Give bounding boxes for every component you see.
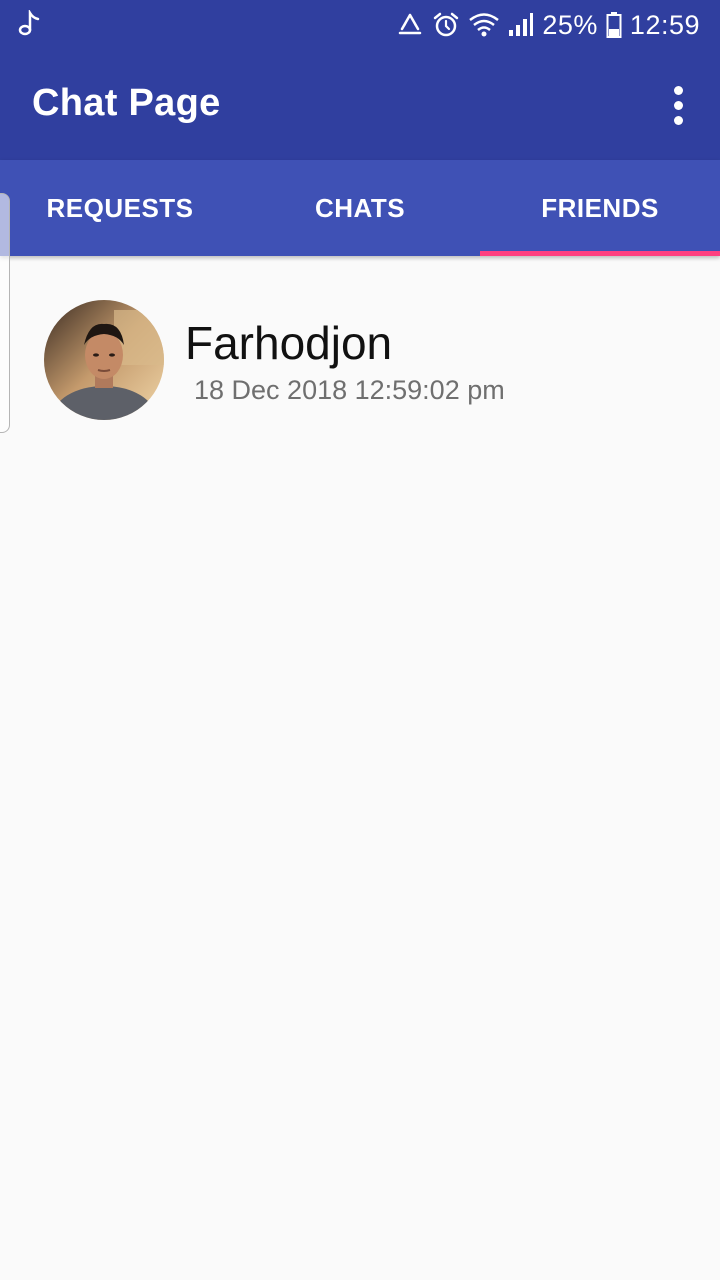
friend-name: Farhodjon <box>185 317 393 369</box>
tab-friends[interactable]: FRIENDS <box>480 160 720 256</box>
app-bar: Chat Page <box>0 50 720 160</box>
wifi-icon <box>468 12 500 38</box>
list-item[interactable]: Farhodjon 18 Dec 2018 12:59:02 pm <box>0 280 720 440</box>
tab-chats[interactable]: CHATS <box>240 160 480 256</box>
status-time: 12:59 <box>629 9 700 40</box>
battery-level: 25% <box>542 9 598 40</box>
avatar <box>44 300 164 420</box>
signal-icon <box>508 12 534 38</box>
tab-bar: REQUESTS CHATS FRIENDS <box>0 160 720 256</box>
music-note-icon <box>18 7 40 41</box>
battery-icon <box>606 11 622 39</box>
status-bar: 25% 12:59 <box>0 0 720 50</box>
tab-requests[interactable]: REQUESTS <box>0 160 240 256</box>
page-title: Chat Page <box>32 82 221 124</box>
alarm-icon <box>432 11 460 39</box>
recycle-icon <box>396 12 424 38</box>
friend-date: 18 Dec 2018 12:59:02 pm <box>194 375 505 405</box>
tab-indicator <box>480 251 720 256</box>
more-vert-icon[interactable] <box>658 80 698 130</box>
